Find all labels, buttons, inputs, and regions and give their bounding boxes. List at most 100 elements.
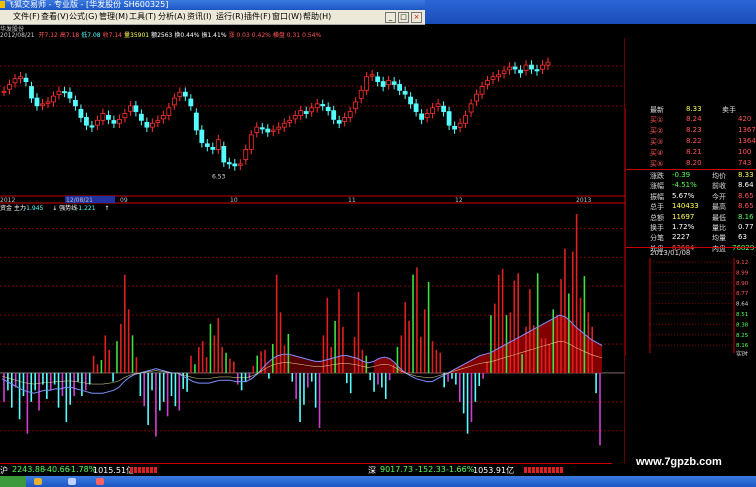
stat-label: 均价: [712, 172, 726, 180]
indicator-bar: [400, 335, 403, 373]
indicator-bar: [377, 372, 379, 385]
indicator-bar: [69, 372, 72, 405]
indicator-bar: [123, 274, 126, 373]
stat-value: 8.65: [738, 191, 754, 200]
indicator-bar: [314, 372, 317, 408]
indicator-bar: [194, 364, 196, 373]
folder-icon[interactable]: [34, 478, 42, 485]
indicator-bar: [513, 280, 516, 373]
stat-value: 140433: [672, 202, 699, 211]
indicator-bar: [451, 372, 453, 379]
indicator-bar: [244, 372, 247, 382]
candle-body: [210, 146, 216, 150]
menu-item[interactable]: 管理(M): [99, 11, 128, 22]
sh-amount: 1015.51亿: [93, 466, 135, 475]
indicator-bar: [287, 333, 290, 373]
stat-value: 8.33: [738, 171, 754, 179]
candle-body: [331, 110, 337, 120]
indicator-bar: [501, 268, 504, 373]
indicator-bar: [540, 338, 543, 373]
candle-body: [56, 90, 62, 96]
candle-body: [501, 70, 507, 75]
candle-body: [441, 105, 446, 113]
indicator-bar: [560, 279, 562, 373]
indicator-bar: [213, 335, 216, 373]
app-icon-taskbar[interactable]: [96, 478, 104, 485]
candle-body: [479, 86, 485, 95]
positive-area: [373, 315, 602, 373]
candle-body: [188, 98, 194, 107]
indicator-bar: [536, 273, 539, 373]
indicator-bar: [166, 372, 169, 417]
mini-tick: 8.16: [736, 343, 749, 349]
browser-icon[interactable]: [68, 478, 76, 485]
date-label: 2012: [0, 197, 15, 204]
indicator-bar: [334, 320, 336, 373]
bid-label: 买①: [650, 116, 664, 124]
menu-item[interactable]: 帮助(H): [303, 11, 331, 22]
indicator-bar: [497, 274, 500, 373]
menu-item[interactable]: 文件(F): [13, 11, 40, 22]
bid-volume: 1364: [738, 137, 756, 145]
indicator-bar: [486, 361, 488, 373]
mini-label: 实时: [736, 350, 748, 356]
title-bar-extension: [425, 0, 756, 24]
stat-value: 0.77: [738, 223, 754, 231]
candle-body: [149, 122, 155, 128]
menu-item[interactable]: 插件(F): [244, 11, 271, 22]
stat-label: 总手: [650, 203, 664, 212]
candle-body: [485, 80, 490, 86]
indicator-bar: [85, 372, 87, 391]
sh-index: 2243.88: [12, 465, 46, 474]
chart-area[interactable]: 7.507.006.53201212/08/21091011122013日线主力…: [0, 38, 625, 463]
mini-tick: 8.99: [736, 270, 749, 276]
candle-body: [243, 149, 249, 160]
indicator-bar: [470, 372, 473, 423]
indicator-bar: [583, 276, 586, 373]
candle-body: [452, 125, 457, 130]
indicator-bar: [201, 341, 204, 373]
indicator-bar: [490, 315, 492, 373]
menu-item[interactable]: 资讯(I): [187, 11, 212, 22]
stat-row: 涨幅 -4.51% 前收 8.64: [626, 181, 756, 190]
menu-item[interactable]: 分析(A): [158, 11, 186, 22]
indicator-bar: [455, 372, 457, 385]
site-watermark: www.7gpzb.com: [636, 456, 722, 468]
candle-body: [353, 101, 359, 110]
indicator-bar: [57, 372, 60, 408]
menu-item[interactable]: 公式(G): [69, 11, 97, 22]
maximize-button[interactable]: □: [398, 12, 409, 23]
bid-row: 买① 8.24 420: [626, 115, 756, 124]
bid-row: 买⑤ 8.20 743: [626, 159, 756, 168]
candle-body: [435, 103, 441, 107]
indicator-bar: [30, 372, 33, 402]
menu-item[interactable]: 查看(V): [41, 11, 69, 22]
candle-body: [303, 111, 309, 114]
indicator-bar: [77, 372, 79, 382]
stat-value: -0.39: [672, 171, 691, 179]
candle-body: [111, 120, 117, 124]
indicator-bar: [571, 251, 574, 373]
candle-body: [540, 64, 545, 70]
indicator-bar: [599, 372, 601, 446]
bid-label: 买③: [650, 138, 664, 146]
intraday-mini-chart[interactable]: 9.12 8.99 8.90 8.77 8.64 8.51 8.38 8.25 8.16实时: [626, 258, 756, 356]
candle-body: [171, 97, 177, 106]
quote-panel: 最新 8.33 卖手 买① 8.24 420 买② 8.23 1367 买③ 8.22 1364 买④ 8…: [625, 105, 756, 356]
minimize-button[interactable]: _: [385, 12, 396, 23]
menu-item[interactable]: 工具(T): [129, 11, 156, 22]
start-button[interactable]: [0, 476, 26, 487]
indicator-bar: [279, 312, 282, 373]
candle-body: [100, 113, 106, 121]
menu-item[interactable]: 运行(R): [216, 11, 244, 22]
indicator-bar: [349, 372, 352, 394]
menu-item[interactable]: 窗口(W): [272, 11, 302, 22]
low-annotation: 6.53: [212, 174, 226, 181]
indicator-bar: [482, 372, 484, 379]
indicator-bar: [517, 273, 519, 373]
indicator-bar: [3, 372, 5, 402]
ohlc-info-line: 2012/08/21 开7.12 高7.18 低7.08 收7.14 量35901 额25…: [0, 30, 323, 39]
close-button[interactable]: ×: [411, 12, 422, 23]
stat-value: 8.65: [738, 202, 754, 211]
indicator-legend-item: 资金 主力: [0, 204, 26, 212]
